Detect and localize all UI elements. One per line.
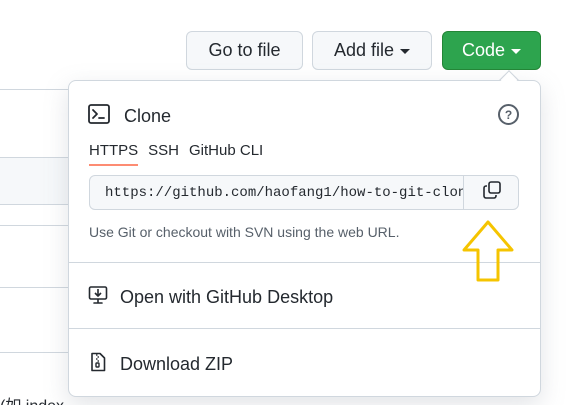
clone-hint: Use Git or checkout with SVN using the w… — [89, 224, 400, 240]
file-zip-icon — [88, 352, 108, 377]
caret-down-icon — [400, 49, 411, 54]
clone-url-input[interactable] — [90, 176, 463, 209]
code-button[interactable]: Code — [442, 31, 541, 70]
menu-divider — [69, 328, 540, 329]
background-fragment-text: (如 index. — [0, 392, 68, 405]
tab-ssh[interactable]: SSH — [148, 142, 179, 166]
add-file-label: Add file — [333, 40, 395, 60]
background-row-shaded — [0, 157, 72, 205]
tab-https[interactable]: HTTPS — [89, 142, 139, 166]
desktop-download-icon — [88, 285, 108, 310]
clone-title: Clone — [124, 106, 172, 126]
annotation-arrow — [460, 218, 516, 289]
caret-down-icon — [511, 49, 522, 54]
background-divider — [0, 225, 72, 226]
clone-protocol-tabs: HTTPS SSH GitHub CLI — [89, 142, 263, 166]
stage: (如 index. Go to file Add file Code Clone… — [0, 0, 581, 405]
go-to-file-label: Go to file — [208, 40, 281, 60]
clone-header: Clone — [88, 104, 171, 129]
copy-url-button[interactable] — [463, 176, 518, 209]
code-label: Code — [461, 40, 506, 60]
background-divider — [0, 352, 72, 353]
question-icon[interactable]: ? — [498, 104, 519, 125]
open-with-github-desktop[interactable]: Open with GitHub Desktop — [88, 285, 333, 310]
download-zip-label: Download ZIP — [120, 354, 234, 374]
copy-icon — [482, 180, 502, 205]
go-to-file-button[interactable]: Go to file — [186, 31, 303, 70]
background-file-list — [0, 89, 72, 405]
clone-url-group — [89, 175, 519, 210]
open-with-github-desktop-label: Open with GitHub Desktop — [120, 287, 334, 307]
add-file-button[interactable]: Add file — [312, 31, 432, 70]
tab-github-cli[interactable]: GitHub CLI — [189, 142, 263, 166]
background-divider — [0, 287, 72, 288]
terminal-icon — [88, 104, 110, 129]
download-zip[interactable]: Download ZIP — [88, 352, 233, 377]
